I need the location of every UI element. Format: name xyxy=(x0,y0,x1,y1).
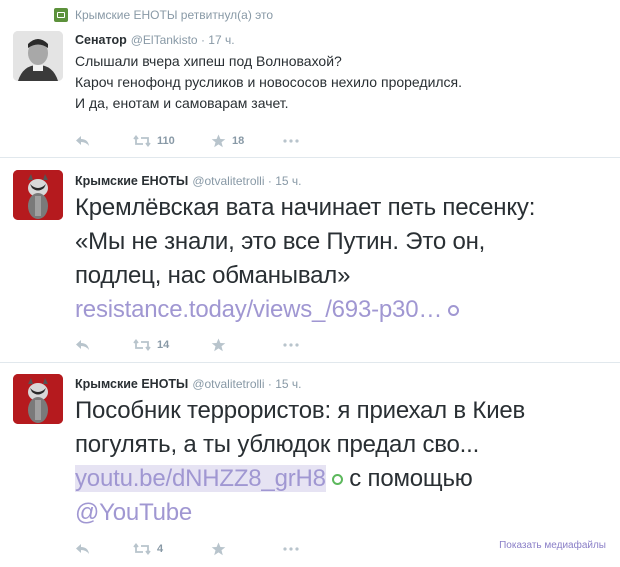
tweet-text-after-link: с помощью xyxy=(349,465,473,492)
retweet-context[interactable]: Крымские ЕНОТЫ ретвитнул(а) это xyxy=(54,8,273,22)
tweet-divider xyxy=(0,157,620,158)
tweet-actions: 14 xyxy=(75,336,299,354)
tweet-actions: 110 18 xyxy=(75,132,299,150)
avatar[interactable] xyxy=(13,31,63,81)
reply-button[interactable] xyxy=(75,543,133,555)
reply-icon xyxy=(76,340,89,350)
more-button[interactable] xyxy=(283,139,299,143)
tweet-text: Слышали вчера хипеш под Волновахой? Каро… xyxy=(75,51,595,114)
retweet-icon xyxy=(133,339,151,351)
star-icon xyxy=(211,338,226,352)
favorite-button[interactable] xyxy=(211,338,283,352)
retweet-button[interactable]: 4 xyxy=(133,543,211,555)
retweet-count: 14 xyxy=(157,339,170,351)
author-name[interactable]: Сенатор xyxy=(75,33,127,47)
tweet-time[interactable]: · 15 ч. xyxy=(268,174,302,188)
tweet-text-line: Кароч генофонд русликов и новососов нехи… xyxy=(75,74,463,90)
tweet-text-line: погулять, а ты ублюдок предал сво... xyxy=(75,431,480,458)
star-icon xyxy=(211,542,226,556)
retweet-button[interactable]: 14 xyxy=(133,339,211,351)
favorite-button[interactable]: 18 xyxy=(211,134,283,148)
mention-link[interactable]: @YouTube xyxy=(75,499,192,526)
tweet-text-line: «Мы не знали, это все Путин. Это он, xyxy=(75,228,486,255)
author-handle[interactable]: @otvalitetrolli xyxy=(192,377,264,391)
reply-icon xyxy=(76,544,89,554)
tweet-link[interactable]: resistance.today/views_/693-p30… xyxy=(75,296,442,323)
avatar[interactable] xyxy=(13,374,63,424)
tweet-time[interactable]: · 15 ч. xyxy=(268,377,302,391)
tweet-text-line: подлец, нас обманывал» xyxy=(75,262,351,289)
retweet-icon xyxy=(133,135,151,147)
author-handle[interactable]: @otvalitetrolli xyxy=(192,174,264,188)
tweet-divider xyxy=(0,362,620,363)
tweet-text-line: Слышали вчера хипеш под Волновахой? xyxy=(75,53,342,69)
tweet-text-line: Кремлёвская вата начинает петь песенку: xyxy=(75,194,536,221)
more-icon xyxy=(283,547,299,551)
reply-icon xyxy=(76,136,89,146)
retweet-count: 110 xyxy=(157,135,175,147)
reply-button[interactable] xyxy=(75,135,133,147)
more-button[interactable] xyxy=(283,547,299,551)
tweet-text: Пособник террористов: я приехал в Киев п… xyxy=(75,394,615,530)
retweet-count: 4 xyxy=(157,543,164,555)
more-button[interactable] xyxy=(283,343,299,347)
link-preview-icon[interactable] xyxy=(448,305,460,317)
more-icon xyxy=(283,139,299,143)
retweet-icon xyxy=(133,543,151,555)
tweet-actions: 4 xyxy=(75,540,299,558)
avatar[interactable] xyxy=(13,170,63,220)
author-name[interactable]: Крымские ЕНОТЫ xyxy=(75,174,188,188)
favorite-count: 18 xyxy=(232,135,245,147)
tweet-text-line: И да, енотам и самоварам зачет. xyxy=(75,95,289,111)
reply-button[interactable] xyxy=(75,339,133,351)
retweet-icon xyxy=(54,8,68,22)
author-name[interactable]: Крымские ЕНОТЫ xyxy=(75,377,188,391)
author-handle[interactable]: @ElTankisto xyxy=(131,33,198,47)
link-preview-icon[interactable] xyxy=(331,474,343,486)
retweet-note: Крымские ЕНОТЫ ретвитнул(а) это xyxy=(75,8,274,22)
tweet-text: Кремлёвская вата начинает петь песенку: … xyxy=(75,191,615,327)
tweet-time[interactable]: · 17 ч. xyxy=(201,33,235,47)
favorite-button[interactable] xyxy=(211,542,283,556)
retweet-button[interactable]: 110 xyxy=(133,135,211,147)
tweet-text-line: Пособник террористов: я приехал в Киев xyxy=(75,397,526,424)
more-icon xyxy=(283,343,299,347)
star-icon xyxy=(211,134,226,148)
tweet-link[interactable]: youtu.be/dNHZZ8_grH8 xyxy=(75,465,326,492)
show-media-link[interactable]: Показать медиафайлы xyxy=(499,540,606,551)
